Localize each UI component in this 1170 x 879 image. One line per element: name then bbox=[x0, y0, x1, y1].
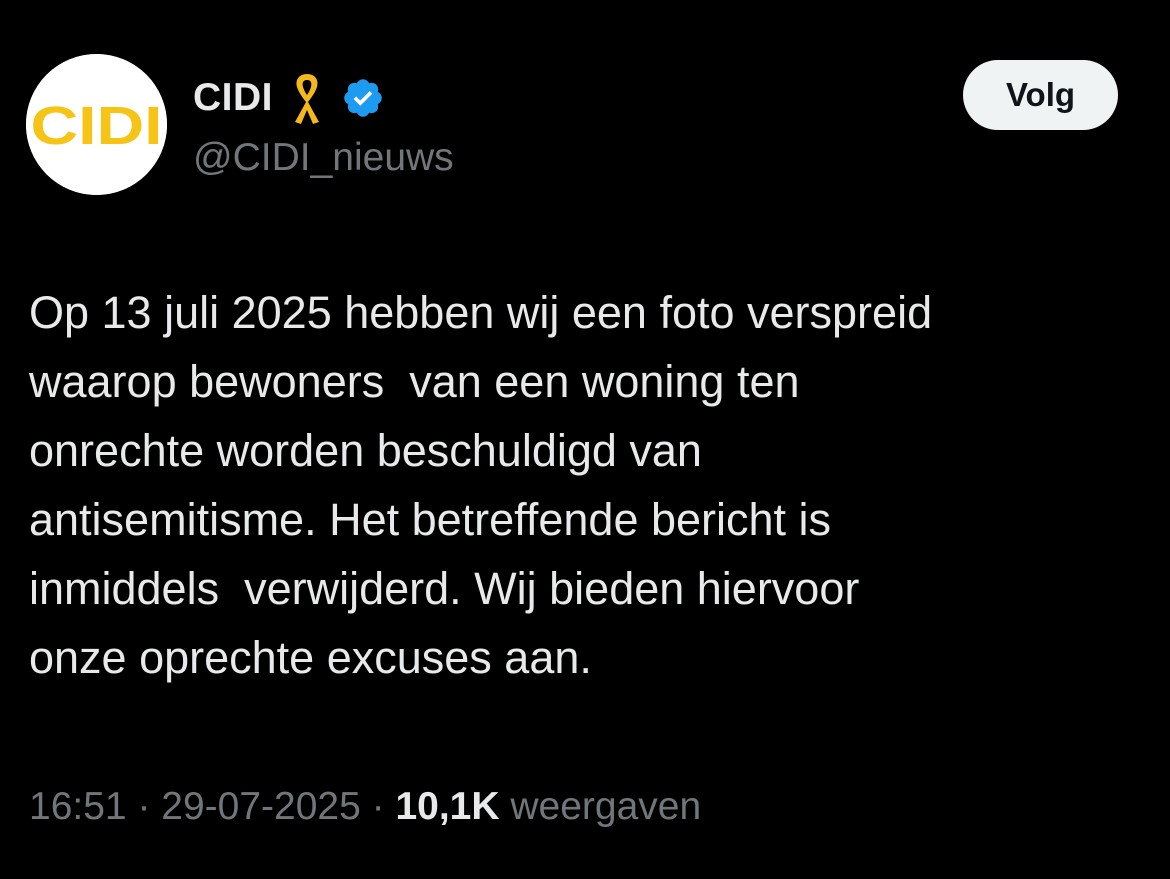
verified-badge-icon bbox=[344, 79, 382, 117]
tweet-card: CIDI CIDI @CIDI_nieuws Volg Op 13 juli 2… bbox=[0, 0, 1170, 879]
tweet-text: Op 13 juli 2025 hebben wij een foto vers… bbox=[29, 278, 1139, 692]
tweet-text-line: inmiddels verwijderd. Wij bieden hiervoo… bbox=[29, 563, 860, 614]
meta-separator: · bbox=[360, 785, 396, 828]
tweet-date[interactable]: 29-07-2025 bbox=[161, 785, 361, 828]
tweet-time[interactable]: 16:51 bbox=[29, 785, 127, 828]
tweet-meta: 16:51 · 29-07-2025 · 10,1K weergaven bbox=[29, 785, 701, 829]
tweet-text-line: onrechte worden beschuldigd van bbox=[29, 425, 702, 476]
display-name[interactable]: CIDI bbox=[193, 76, 273, 120]
logo-text: CIDI bbox=[31, 96, 163, 156]
views-count: 10,1K bbox=[395, 785, 500, 828]
yellow-ribbon-icon bbox=[295, 74, 319, 124]
views-label: weergaven bbox=[510, 785, 702, 828]
name-row: CIDI bbox=[193, 70, 385, 126]
user-handle[interactable]: @CIDI_nieuws bbox=[193, 136, 454, 180]
avatar[interactable]: CIDI bbox=[26, 54, 167, 195]
tweet-text-line: antisemitisme. Het betreffende bericht i… bbox=[29, 494, 832, 545]
meta-separator: · bbox=[126, 785, 162, 828]
cidi-logo: CIDI bbox=[26, 54, 167, 195]
tweet-text-line: onze oprechte excuses aan. bbox=[29, 632, 592, 683]
tweet-text-line: waarop bewoners van een woning ten bbox=[29, 356, 800, 407]
follow-button[interactable]: Volg bbox=[963, 60, 1118, 130]
tweet-text-line: Op 13 juli 2025 hebben wij een foto vers… bbox=[29, 287, 933, 338]
